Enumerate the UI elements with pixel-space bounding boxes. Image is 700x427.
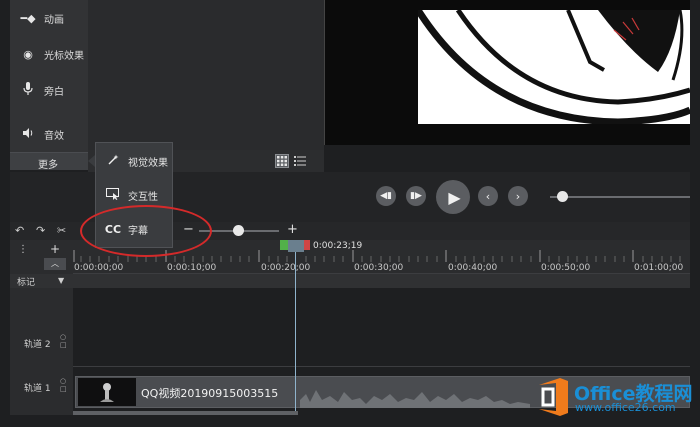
track-1-lock-icon[interactable]: ○ □ (60, 377, 67, 393)
tool-voice-narration-label: 旁白 (44, 86, 64, 98)
step-forward-icon: ▮▶ (410, 191, 422, 201)
track-headers (10, 288, 73, 415)
track-2-label: 轨道 2 (24, 340, 51, 350)
ruler-label-0: 0:00:00;00 (74, 263, 124, 273)
timeline-left-controls: ⋮ + ︿ (10, 240, 73, 274)
tool-cursor-effects-label: 光标效果 (44, 50, 84, 62)
chevron-left-icon: ‹ (485, 189, 491, 203)
playback-scrubber[interactable] (550, 196, 690, 198)
step-forward-button[interactable]: ▮▶ (406, 186, 426, 206)
watermark-url: www.office26.com (575, 401, 676, 414)
menu-caret (88, 155, 95, 167)
tool-audio-effects[interactable]: 音效 (10, 120, 88, 148)
zoom-in-button[interactable]: + (287, 222, 298, 237)
tool-voice-narration[interactable]: 旁白 (10, 76, 88, 104)
collapse-button[interactable]: ︿ (44, 258, 66, 270)
step-back-button[interactable]: ◀▮ (376, 186, 396, 206)
playhead-line (295, 244, 296, 415)
office-logo-icon (539, 378, 568, 416)
grid-view-icon[interactable] (275, 154, 289, 168)
play-icon: ▶ (448, 187, 461, 207)
tools-panel: ━◆ 动画 ◉ 光标效果 旁白 音效 (10, 0, 88, 170)
cursor-effects-icon: ◉ (23, 47, 33, 61)
highlight-annotation (80, 205, 212, 257)
play-button[interactable]: ▶ (436, 180, 470, 214)
playhead-handle[interactable] (288, 240, 304, 252)
markers-row (10, 274, 690, 288)
interactive-icon (102, 187, 124, 203)
track-1-label: 轨道 1 (24, 384, 51, 394)
ruler-label-20: 0:00:20;00 (261, 263, 311, 273)
next-button[interactable]: › (508, 186, 528, 206)
previous-button[interactable]: ‹ (478, 186, 498, 206)
menu-item-visual-effects[interactable]: 视觉效果 (96, 145, 174, 177)
clip-thumbnail (78, 378, 136, 406)
playhead-out-marker[interactable] (304, 240, 310, 250)
scrubber-handle[interactable] (557, 191, 568, 202)
track-2-lock-icon[interactable]: ○ □ (60, 333, 67, 349)
cut-icon[interactable]: ✂ (57, 224, 66, 237)
tool-animations-label: 动画 (44, 14, 64, 26)
markers-dropdown-icon[interactable]: ▼ (58, 276, 64, 285)
markers-label: 标记 (17, 278, 36, 288)
menu-item-interactivity-label: 交互性 (128, 191, 158, 203)
add-track-button[interactable]: + (50, 242, 60, 256)
clip-title: QQ视频20190915003515 (141, 387, 279, 400)
timeline-scrollbar[interactable] (73, 411, 298, 415)
chevron-right-icon: › (515, 189, 521, 203)
undo-icon[interactable]: ↶ (15, 224, 24, 237)
ruler-label-40: 0:00:40;00 (448, 263, 498, 273)
speaker-icon (16, 127, 40, 142)
animation-icon: ━◆ (20, 11, 36, 25)
ruler-label-50: 0:00:50;00 (541, 263, 591, 273)
tool-cursor-effects[interactable]: ◉ 光标效果 (10, 40, 88, 68)
playhead-time: 0:00:23;19 (313, 241, 363, 251)
ruler-label-30: 0:00:30;00 (354, 263, 404, 273)
zoom-slider-handle[interactable] (233, 225, 244, 236)
track-height-icon[interactable]: ⋮ (18, 244, 28, 255)
audio-waveform (300, 390, 530, 408)
redo-icon[interactable]: ↷ (36, 224, 45, 237)
playhead-in-marker[interactable] (280, 240, 288, 250)
ruler-label-60: 0:01:00;00 (634, 263, 684, 273)
preview-frame (418, 10, 690, 124)
tool-animations[interactable]: ━◆ 动画 (10, 4, 88, 32)
track-2-lane[interactable] (73, 288, 690, 366)
more-button[interactable]: 更多 (10, 152, 88, 171)
menu-item-visual-effects-label: 视觉效果 (128, 157, 168, 169)
tool-properties-area (88, 0, 324, 150)
list-view-icon[interactable] (293, 154, 307, 168)
magic-wand-icon (102, 154, 124, 169)
tool-audio-effects-label: 音效 (44, 130, 64, 142)
step-back-icon: ◀▮ (380, 191, 392, 201)
microphone-icon (16, 81, 40, 99)
ruler-label-10: 0:00:10;00 (167, 263, 217, 273)
more-button-label: 更多 (38, 160, 58, 171)
